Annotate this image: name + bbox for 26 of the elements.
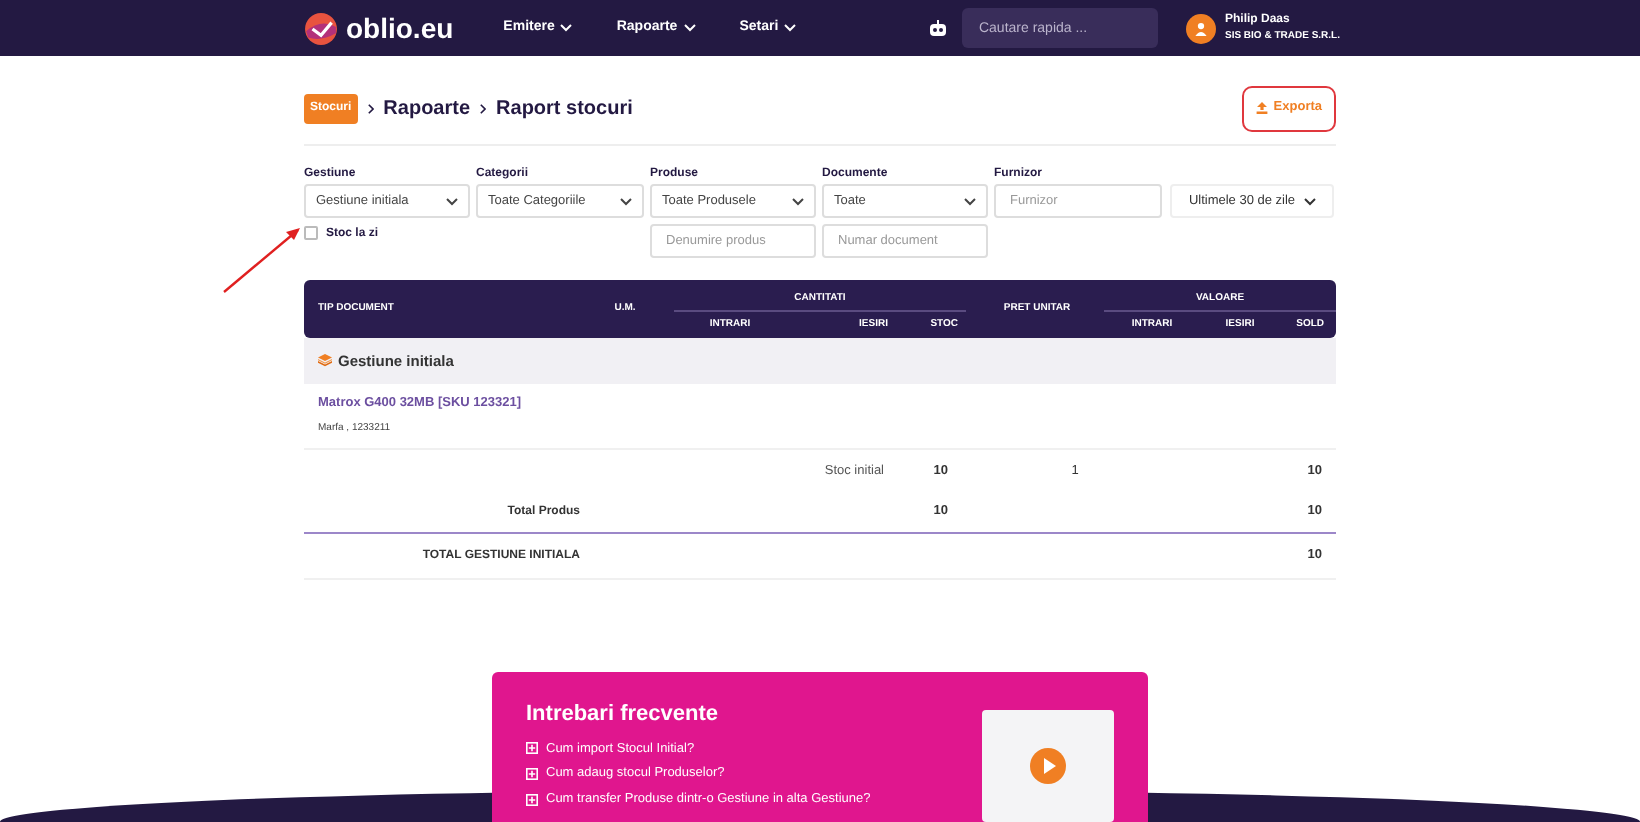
logo-text[interactable]: oblio.eu <box>346 7 454 49</box>
caret-icon <box>964 197 976 205</box>
caret-icon <box>683 24 696 32</box>
expand-icon <box>526 768 538 781</box>
play-icon <box>1030 748 1066 784</box>
page-title: Raport stocuri <box>496 95 633 123</box>
caret-icon <box>620 197 632 205</box>
breadcrumb-link[interactable]: Rapoarte <box>383 93 471 123</box>
robot-icon[interactable] <box>928 20 949 36</box>
caret-icon <box>784 24 797 32</box>
caret-icon <box>560 24 573 32</box>
chevron-icon <box>367 103 374 113</box>
avatar-icon[interactable] <box>1186 13 1217 43</box>
caret-icon <box>1303 197 1316 205</box>
upload-icon <box>1255 102 1268 114</box>
caret-icon <box>446 197 458 205</box>
logo-icon[interactable] <box>304 11 338 45</box>
chevron-icon <box>480 103 487 113</box>
layers-icon <box>318 354 332 368</box>
caret-icon <box>792 197 804 205</box>
annotation-arrow <box>222 226 302 294</box>
video-thumbnail[interactable] <box>982 710 1114 822</box>
stock-checkbox[interactable] <box>304 226 318 240</box>
expand-icon <box>526 793 538 806</box>
faq-title: Intrebari frecvente <box>526 700 720 730</box>
expand-icon <box>526 742 538 755</box>
